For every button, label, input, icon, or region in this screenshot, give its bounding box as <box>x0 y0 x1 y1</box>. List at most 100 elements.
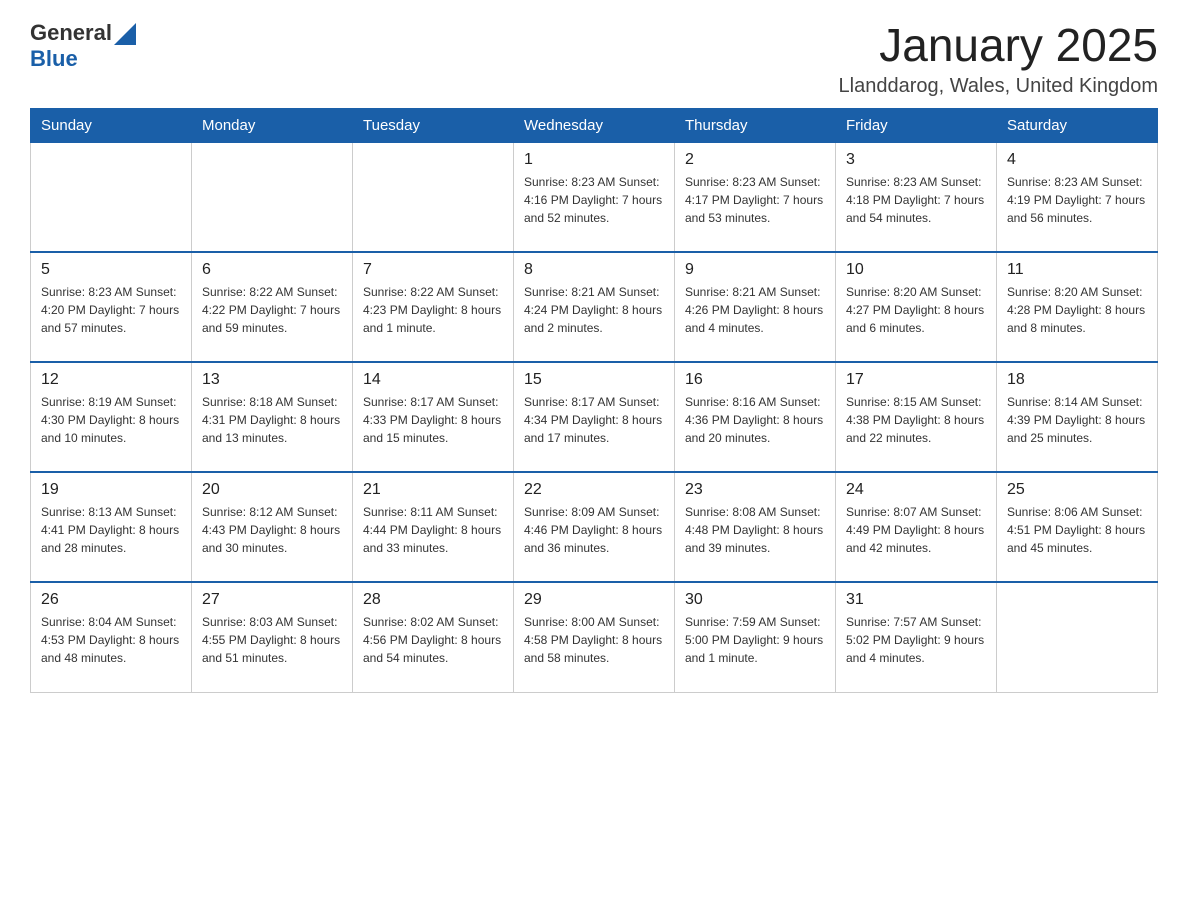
calendar-subtitle: Llanddarog, Wales, United Kingdom <box>839 75 1158 98</box>
day-info: Sunrise: 8:23 AM Sunset: 4:19 PM Dayligh… <box>1007 173 1147 227</box>
table-row: 26 Sunrise: 8:04 AM Sunset: 4:53 PM Dayli… <box>31 582 192 692</box>
day-number: 13 <box>202 371 342 389</box>
day-number: 2 <box>685 151 825 169</box>
day-info: Sunrise: 8:19 AM Sunset: 4:30 PM Dayligh… <box>41 393 181 447</box>
day-info: Sunrise: 8:23 AM Sunset: 4:17 PM Dayligh… <box>685 173 825 227</box>
day-number: 9 <box>685 261 825 279</box>
logo-triangle-icon <box>114 23 136 45</box>
calendar-table: Sunday Monday Tuesday Wednesday Thursday… <box>30 108 1158 693</box>
table-row: 1Sunrise: 8:23 AM Sunset: 4:16 PM Daylig… <box>514 142 675 252</box>
calendar-week-row: 26 Sunrise: 8:04 AM Sunset: 4:53 PM Dayli… <box>31 582 1158 692</box>
calendar-title: January 2025 <box>839 20 1158 71</box>
day-info: Sunrise: 8:23 AM Sunset: 4:20 PM Dayligh… <box>41 283 181 337</box>
col-saturday: Saturday <box>997 108 1158 142</box>
table-row: 27 Sunrise: 8:03 AM Sunset: 4:55 PM Dayli… <box>192 582 353 692</box>
logo-general-text: General <box>30 20 112 46</box>
day-number: 20 <box>202 481 342 499</box>
logo-blue-text: Blue <box>30 46 78 71</box>
day-number: 25 <box>1007 481 1147 499</box>
table-row: 3Sunrise: 8:23 AM Sunset: 4:18 PM Daylig… <box>836 142 997 252</box>
day-number: 6 <box>202 261 342 279</box>
day-number: 17 <box>846 371 986 389</box>
day-info: Sunrise: 8:13 AM Sunset: 4:41 PM Dayligh… <box>41 503 181 557</box>
table-row <box>353 142 514 252</box>
title-section: January 2025 Llanddarog, Wales, United K… <box>839 20 1158 98</box>
day-info: Sunrise: 8:17 AM Sunset: 4:34 PM Dayligh… <box>524 393 664 447</box>
day-number: 24 <box>846 481 986 499</box>
day-number: 27 <box>202 591 342 609</box>
table-row: 14 Sunrise: 8:17 AM Sunset: 4:33 PM Dayli… <box>353 362 514 472</box>
table-row <box>192 142 353 252</box>
table-row: 31Sunrise: 7:57 AM Sunset: 5:02 PM Dayli… <box>836 582 997 692</box>
table-row: 6 Sunrise: 8:22 AM Sunset: 4:22 PM Daylig… <box>192 252 353 362</box>
day-number: 5 <box>41 261 181 279</box>
table-row: 21 Sunrise: 8:11 AM Sunset: 4:44 PM Dayli… <box>353 472 514 582</box>
calendar-header-row: Sunday Monday Tuesday Wednesday Thursday… <box>31 108 1158 142</box>
calendar-week-row: 1Sunrise: 8:23 AM Sunset: 4:16 PM Daylig… <box>31 142 1158 252</box>
day-info: Sunrise: 8:16 AM Sunset: 4:36 PM Dayligh… <box>685 393 825 447</box>
day-number: 22 <box>524 481 664 499</box>
day-info: Sunrise: 8:08 AM Sunset: 4:48 PM Dayligh… <box>685 503 825 557</box>
day-info: Sunrise: 8:15 AM Sunset: 4:38 PM Dayligh… <box>846 393 986 447</box>
day-info: Sunrise: 8:17 AM Sunset: 4:33 PM Dayligh… <box>363 393 503 447</box>
day-number: 8 <box>524 261 664 279</box>
table-row: 10Sunrise: 8:20 AM Sunset: 4:27 PM Dayli… <box>836 252 997 362</box>
day-info: Sunrise: 8:07 AM Sunset: 4:49 PM Dayligh… <box>846 503 986 557</box>
table-row: 19Sunrise: 8:13 AM Sunset: 4:41 PM Dayli… <box>31 472 192 582</box>
day-info: Sunrise: 8:20 AM Sunset: 4:27 PM Dayligh… <box>846 283 986 337</box>
day-number: 3 <box>846 151 986 169</box>
day-info: Sunrise: 7:59 AM Sunset: 5:00 PM Dayligh… <box>685 613 825 667</box>
table-row: 18 Sunrise: 8:14 AM Sunset: 4:39 PM Dayli… <box>997 362 1158 472</box>
day-number: 28 <box>363 591 503 609</box>
table-row: 24 Sunrise: 8:07 AM Sunset: 4:49 PM Dayli… <box>836 472 997 582</box>
day-number: 18 <box>1007 371 1147 389</box>
table-row: 4 Sunrise: 8:23 AM Sunset: 4:19 PM Daylig… <box>997 142 1158 252</box>
day-info: Sunrise: 8:21 AM Sunset: 4:26 PM Dayligh… <box>685 283 825 337</box>
day-info: Sunrise: 8:03 AM Sunset: 4:55 PM Dayligh… <box>202 613 342 667</box>
day-number: 26 <box>41 591 181 609</box>
col-friday: Friday <box>836 108 997 142</box>
day-number: 1 <box>524 151 664 169</box>
table-row: 5 Sunrise: 8:23 AM Sunset: 4:20 PM Daylig… <box>31 252 192 362</box>
table-row: 12 Sunrise: 8:19 AM Sunset: 4:30 PM Dayli… <box>31 362 192 472</box>
page-header: General Blue January 2025 Llanddarog, Wa… <box>30 20 1158 98</box>
col-monday: Monday <box>192 108 353 142</box>
table-row <box>31 142 192 252</box>
day-info: Sunrise: 7:57 AM Sunset: 5:02 PM Dayligh… <box>846 613 986 667</box>
table-row: 22 Sunrise: 8:09 AM Sunset: 4:46 PM Dayli… <box>514 472 675 582</box>
table-row: 28 Sunrise: 8:02 AM Sunset: 4:56 PM Dayli… <box>353 582 514 692</box>
day-info: Sunrise: 8:06 AM Sunset: 4:51 PM Dayligh… <box>1007 503 1147 557</box>
day-info: Sunrise: 8:00 AM Sunset: 4:58 PM Dayligh… <box>524 613 664 667</box>
day-info: Sunrise: 8:21 AM Sunset: 4:24 PM Dayligh… <box>524 283 664 337</box>
col-sunday: Sunday <box>31 108 192 142</box>
day-info: Sunrise: 8:22 AM Sunset: 4:22 PM Dayligh… <box>202 283 342 337</box>
day-number: 4 <box>1007 151 1147 169</box>
table-row: 29 Sunrise: 8:00 AM Sunset: 4:58 PM Dayli… <box>514 582 675 692</box>
col-tuesday: Tuesday <box>353 108 514 142</box>
day-info: Sunrise: 8:12 AM Sunset: 4:43 PM Dayligh… <box>202 503 342 557</box>
day-info: Sunrise: 8:09 AM Sunset: 4:46 PM Dayligh… <box>524 503 664 557</box>
day-info: Sunrise: 8:11 AM Sunset: 4:44 PM Dayligh… <box>363 503 503 557</box>
day-info: Sunrise: 8:02 AM Sunset: 4:56 PM Dayligh… <box>363 613 503 667</box>
day-number: 12 <box>41 371 181 389</box>
day-info: Sunrise: 8:14 AM Sunset: 4:39 PM Dayligh… <box>1007 393 1147 447</box>
day-number: 14 <box>363 371 503 389</box>
day-info: Sunrise: 8:20 AM Sunset: 4:28 PM Dayligh… <box>1007 283 1147 337</box>
col-thursday: Thursday <box>675 108 836 142</box>
table-row: 16 Sunrise: 8:16 AM Sunset: 4:36 PM Dayli… <box>675 362 836 472</box>
table-row: 2 Sunrise: 8:23 AM Sunset: 4:17 PM Daylig… <box>675 142 836 252</box>
table-row: 13Sunrise: 8:18 AM Sunset: 4:31 PM Dayli… <box>192 362 353 472</box>
table-row: 11Sunrise: 8:20 AM Sunset: 4:28 PM Dayli… <box>997 252 1158 362</box>
table-row: 8 Sunrise: 8:21 AM Sunset: 4:24 PM Daylig… <box>514 252 675 362</box>
day-number: 21 <box>363 481 503 499</box>
table-row: 30Sunrise: 7:59 AM Sunset: 5:00 PM Dayli… <box>675 582 836 692</box>
table-row: 15 Sunrise: 8:17 AM Sunset: 4:34 PM Dayli… <box>514 362 675 472</box>
day-number: 29 <box>524 591 664 609</box>
logo: General Blue <box>30 20 136 72</box>
day-number: 16 <box>685 371 825 389</box>
day-number: 7 <box>363 261 503 279</box>
day-info: Sunrise: 8:04 AM Sunset: 4:53 PM Dayligh… <box>41 613 181 667</box>
table-row: 23Sunrise: 8:08 AM Sunset: 4:48 PM Dayli… <box>675 472 836 582</box>
day-number: 15 <box>524 371 664 389</box>
table-row: 20 Sunrise: 8:12 AM Sunset: 4:43 PM Dayli… <box>192 472 353 582</box>
